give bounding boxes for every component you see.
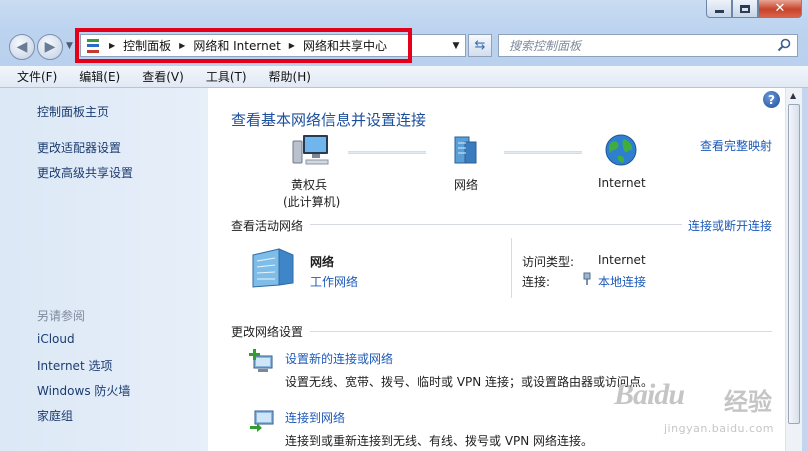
close-button[interactable]: ✕ <box>758 0 802 18</box>
watermark-text: 经验 <box>724 388 772 416</box>
red-highlight-box <box>75 28 412 63</box>
search-icon[interactable] <box>777 38 791 52</box>
menu-view[interactable]: 查看(V) <box>131 68 195 85</box>
sidebar-item-advanced-sharing[interactable]: 更改高级共享设置 <box>37 164 133 181</box>
maximize-button[interactable] <box>732 0 758 18</box>
see-also-heading: 另请参阅 <box>37 309 86 323</box>
connect-to-network-icon <box>250 410 274 432</box>
connection-line <box>504 151 582 154</box>
connection-line <box>348 151 426 154</box>
scrollbar-thumb[interactable] <box>788 104 800 424</box>
computer-icon[interactable] <box>292 133 330 167</box>
section-divider <box>310 331 772 332</box>
active-network-name: 网络 <box>310 255 335 269</box>
refresh-button[interactable]: ⇆ <box>468 34 492 57</box>
new-connection-icon <box>249 349 273 372</box>
access-type-label: 访问类型: <box>522 255 575 269</box>
vertical-divider <box>511 238 512 298</box>
recent-pages-dropdown[interactable]: ▼ <box>66 41 73 51</box>
sidebar-item-icloud[interactable]: iCloud <box>37 332 75 346</box>
connect-disconnect-link[interactable]: 连接或断开连接 <box>688 217 772 234</box>
forward-button[interactable]: ▶ <box>37 34 63 60</box>
watermark-logo: Baidu <box>614 378 685 411</box>
sidebar-item-windows-firewall[interactable]: Windows 防火墙 <box>37 382 130 399</box>
search-input[interactable]: 搜索控制面板 <box>509 37 581 54</box>
menu-file[interactable]: 文件(F) <box>6 68 68 85</box>
change-settings-heading: 更改网络设置 <box>231 325 304 339</box>
menu-tools[interactable]: 工具(T) <box>195 68 258 85</box>
caption-buttons: ✕ <box>706 0 802 18</box>
watermark-url: jingyan.baidu.com <box>664 422 775 435</box>
window-border <box>802 88 808 451</box>
sidebar-item-adapter-settings[interactable]: 更改适配器设置 <box>37 139 121 156</box>
connect-to-network-link[interactable]: 连接到网络 <box>285 409 345 426</box>
connect-to-network-desc: 连接到或重新连接到无线、有线、拨号或 VPN 网络连接。 <box>285 434 594 448</box>
minimize-button[interactable] <box>706 0 732 18</box>
back-arrow-icon: ◀ <box>16 39 28 55</box>
sidebar-item-homegroup[interactable]: 家庭组 <box>37 407 73 424</box>
setup-new-connection-link[interactable]: 设置新的连接或网络 <box>285 350 393 367</box>
active-networks-heading: 查看活动网络 <box>231 219 304 233</box>
search-box[interactable]: 搜索控制面板 <box>498 34 798 57</box>
network-building-icon <box>252 248 294 288</box>
address-dropdown-button[interactable]: ▼ <box>447 35 465 56</box>
network-icon[interactable] <box>449 134 481 166</box>
connection-label: 连接: <box>522 275 551 289</box>
forward-arrow-icon: ▶ <box>44 39 56 55</box>
refresh-icon: ⇆ <box>474 38 486 53</box>
internet-globe-icon[interactable] <box>604 133 638 167</box>
setup-new-connection-desc: 设置无线、宽带、拨号、临时或 VPN 连接；或设置路由器或访问点。 <box>285 375 654 389</box>
close-icon: ✕ <box>774 0 786 16</box>
maximize-icon <box>740 4 750 13</box>
menu-edit[interactable]: 编辑(E) <box>68 68 131 85</box>
scroll-up-icon[interactable]: ▲ <box>790 91 796 100</box>
baidu-jingyan-watermark: Baidu 经验 jingyan.baidu.com <box>614 378 798 440</box>
page-title: 查看基本网络信息并设置连接 <box>231 111 427 129</box>
sidebar-item-internet-options[interactable]: Internet 选项 <box>37 357 112 374</box>
computer-name-label: 黄权兵 <box>291 178 328 192</box>
network-type-link[interactable]: 工作网络 <box>310 273 358 290</box>
section-divider <box>310 224 682 225</box>
back-button[interactable]: ◀ <box>9 34 35 60</box>
access-type-value: Internet <box>598 253 646 267</box>
view-full-map-link[interactable]: 查看完整映射 <box>700 137 772 154</box>
network-label: 网络 <box>454 178 479 192</box>
internet-label: Internet <box>598 176 646 190</box>
sidebar-item-control-panel-home[interactable]: 控制面板主页 <box>37 103 109 120</box>
menu-bar: 文件(F) 编辑(E) 查看(V) 工具(T) 帮助(H) <box>0 66 808 88</box>
help-icon[interactable]: ? <box>763 91 780 108</box>
minimize-icon <box>714 10 724 13</box>
ethernet-plug-icon <box>583 272 591 285</box>
local-connection-link[interactable]: 本地连接 <box>598 273 646 290</box>
menu-help[interactable]: 帮助(H) <box>258 68 322 85</box>
this-computer-label: (此计算机) <box>283 195 341 209</box>
